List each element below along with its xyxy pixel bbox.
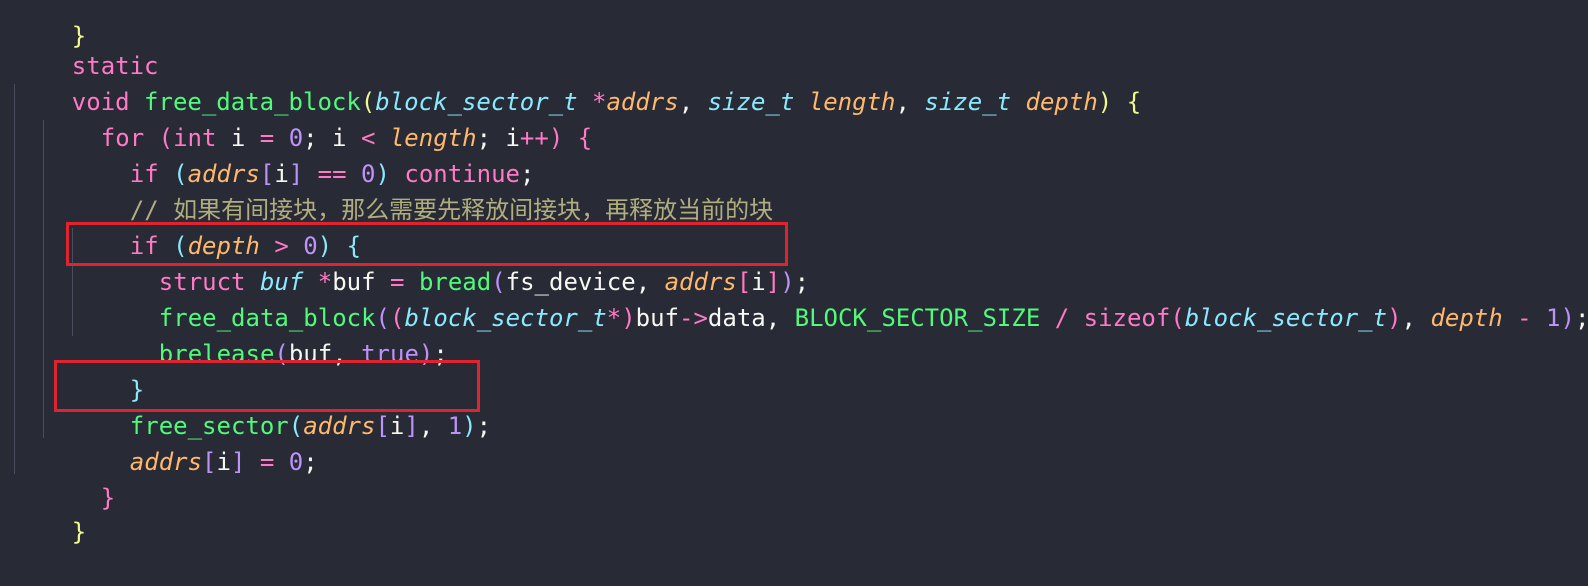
- code-line: }: [100, 484, 116, 512]
- code-line: static: [71, 52, 159, 80]
- code-line: addrs[i] = 0;: [129, 448, 318, 476]
- code-line: }: [71, 518, 87, 546]
- highlight-box: [66, 222, 788, 266]
- code-line: brelease(buf, true);: [158, 340, 448, 368]
- highlight-box: [54, 360, 480, 412]
- code-line: for (int i = 0; i < length; i++) {: [100, 124, 593, 152]
- code-comment: // 如果有间接块，那么需要先释放间接块，再释放当前的块: [129, 196, 774, 224]
- code-line: void free_data_block(block_sector_t *add…: [71, 88, 1142, 116]
- code-line: if (addrs[i] == 0) continue;: [129, 160, 535, 188]
- code-line: free_data_block((block_sector_t*)buf->da…: [158, 304, 1588, 332]
- code-editor[interactable]: } static void free_data_block(block_sect…: [0, 0, 1588, 546]
